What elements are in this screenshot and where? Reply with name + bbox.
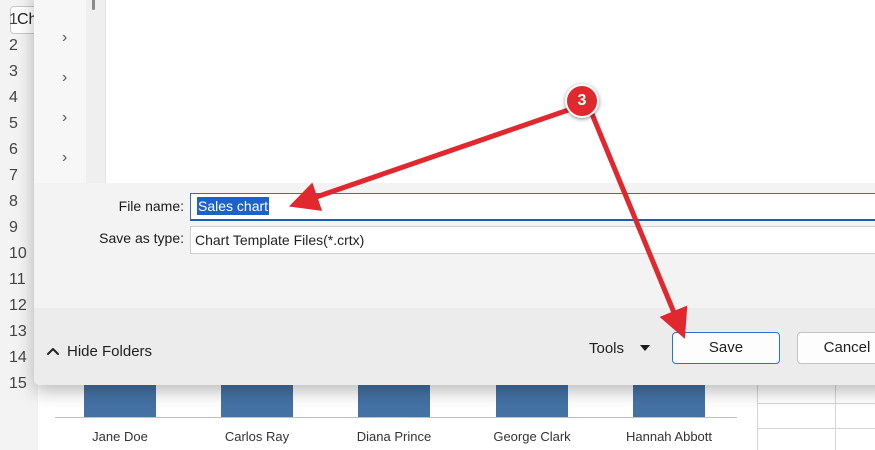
- save-button[interactable]: Save: [672, 332, 780, 364]
- chart-bar[interactable]: [496, 383, 568, 417]
- save-as-type-label: Save as type:: [99, 230, 184, 246]
- row-header[interactable]: 11: [0, 271, 34, 297]
- file-name-label: File name:: [118, 198, 184, 214]
- row-header[interactable]: 7: [0, 167, 34, 193]
- chart-category-label: Hannah Abbott: [625, 429, 713, 444]
- chart-category-label: George Clark: [493, 429, 571, 444]
- row-header[interactable]: 9: [0, 219, 34, 245]
- file-list-pane[interactable]: [106, 0, 875, 183]
- row-header[interactable]: 15: [0, 375, 34, 401]
- chart-axis-line: [55, 417, 737, 418]
- row-header[interactable]: 4: [0, 89, 34, 115]
- chevron-right-icon[interactable]: ›: [62, 150, 72, 166]
- row-header[interactable]: 13: [0, 323, 34, 349]
- row-header[interactable]: 3: [0, 63, 34, 89]
- row-header[interactable]: 10: [0, 245, 34, 271]
- step-number-badge: 3: [565, 84, 599, 118]
- chevron-up-icon: [47, 348, 59, 355]
- file-name-input[interactable]: Sales chart: [190, 193, 875, 221]
- scrollbar-thumb[interactable]: [92, 0, 95, 10]
- row-header[interactable]: 12: [0, 297, 34, 323]
- tools-label: Tools: [589, 339, 625, 357]
- chart-bar[interactable]: [633, 383, 705, 417]
- chart-bar[interactable]: [84, 383, 156, 417]
- folder-tree-scrollbar[interactable]: [86, 0, 106, 183]
- chevron-right-icon[interactable]: ›: [62, 30, 72, 46]
- chart-bar[interactable]: [221, 383, 293, 417]
- grid-column-line: [757, 383, 758, 450]
- cancel-button[interactable]: Cancel: [797, 332, 875, 364]
- dialog-footer: Hide Folders Tools Save Cancel: [34, 308, 875, 385]
- tools-dropdown[interactable]: Tools: [589, 337, 651, 359]
- chevron-right-icon[interactable]: ›: [62, 70, 72, 86]
- hide-folders-label: Hide Folders: [67, 342, 153, 360]
- folder-tree-pane: › › › ›: [34, 0, 86, 183]
- chart-bar[interactable]: [358, 383, 430, 417]
- row-header[interactable]: 14: [0, 349, 34, 375]
- grid-row-line: [757, 428, 875, 429]
- chevron-right-icon[interactable]: ›: [62, 110, 72, 126]
- file-fields-area: File name: Sales chart Save as type: Cha…: [34, 183, 875, 308]
- hide-folders-button[interactable]: Hide Folders: [46, 341, 152, 361]
- chart-category-label: Diana Prince: [356, 429, 432, 444]
- chart-category-label: Carlos Ray: [224, 429, 290, 444]
- row-header[interactable]: 1: [0, 11, 34, 37]
- save-as-dialog: › › › › File name: Sales chart Save as t…: [34, 0, 875, 385]
- row-header[interactable]: 8: [0, 193, 34, 219]
- file-name-value: Sales chart: [197, 197, 270, 215]
- row-header[interactable]: 2: [0, 37, 34, 63]
- grid-column-line: [835, 383, 836, 450]
- grid-row-line: [757, 403, 875, 404]
- save-as-type-select[interactable]: Chart Template Files(*.crtx): [190, 226, 875, 254]
- chart-category-label: Jane Doe: [92, 429, 148, 444]
- caret-down-icon: [640, 345, 651, 351]
- row-header[interactable]: 6: [0, 141, 34, 167]
- row-header[interactable]: 5: [0, 115, 34, 141]
